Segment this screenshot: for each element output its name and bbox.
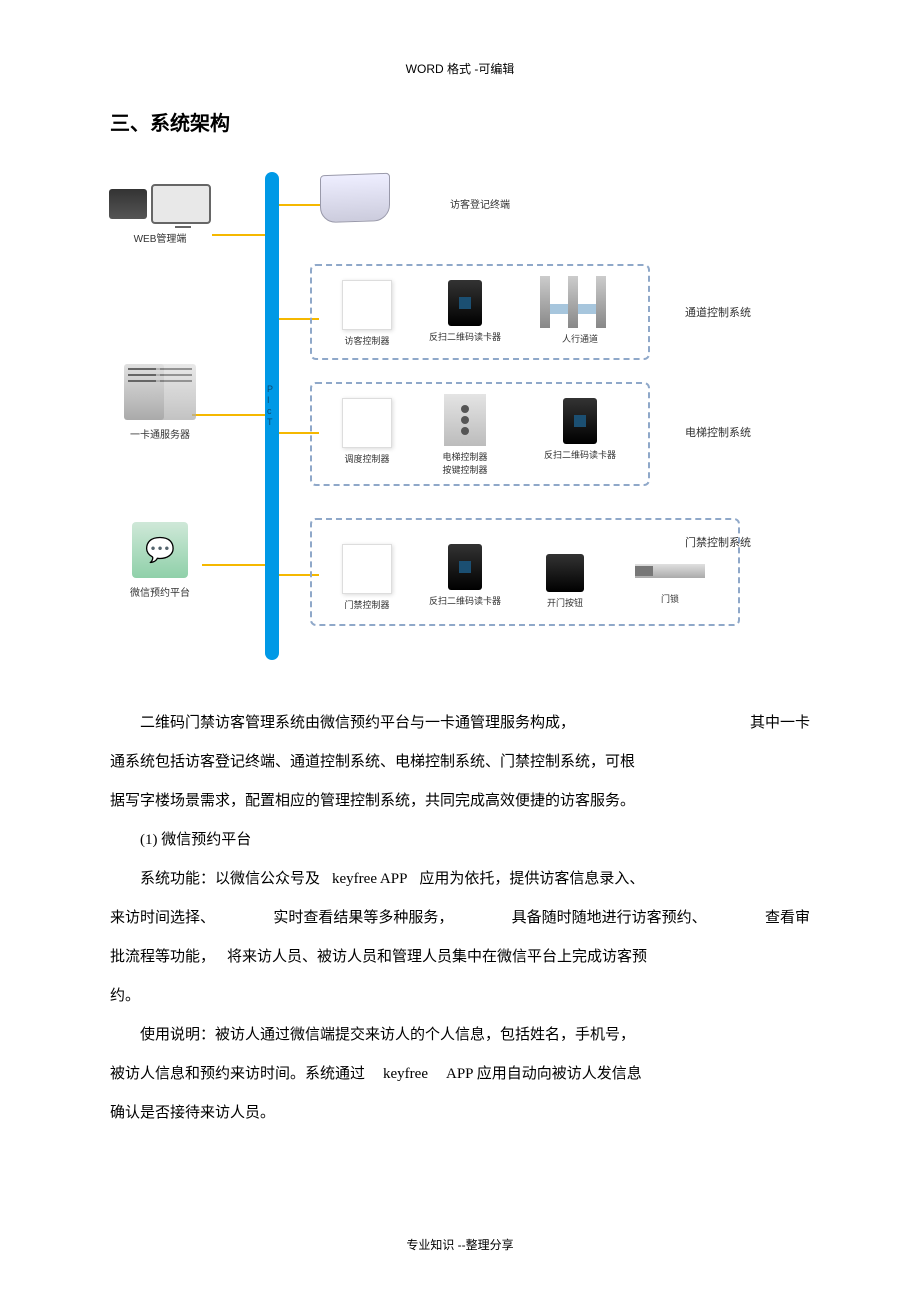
g1-dev3: 人行通道 [530,276,630,345]
g1-dev1-label: 访客控制器 [332,334,402,347]
card-server-label: 一卡通服务器 [100,426,220,441]
p4c: 应用为依托，提供访客信息录入、 [419,860,644,899]
web-mgmt-label: WEB管理端 [100,230,220,245]
para-2: 通系统包括访客登记终端、通道控制系统、电梯控制系统、门禁控制系统，可根 [110,743,810,782]
group-access-title: 门禁控制系统 [685,534,751,550]
open-button-icon [546,554,584,592]
pc-monitor-icon [151,184,211,224]
footer-watermark: 专业知识 --整理分享 [0,1236,920,1253]
backbone-label: P I c T [267,384,273,428]
controller-icon-3 [342,544,392,594]
visitor-terminal-label: 访客登记终端 [430,196,530,211]
p5d: 查看审 [765,899,810,938]
para-10: 确认是否接待来访人员。 [110,1094,810,1133]
group-passage-title: 通道控制系统 [685,304,751,320]
elevator-panel-icon [444,394,486,446]
g1-dev1: 访客控制器 [332,280,402,347]
p9a: 被访人信息和预约来访时间。系统通过 [110,1055,365,1094]
g3-dev1-label: 门禁控制器 [332,598,402,611]
para-8: 使用说明：被访人通过微信端提交来访人的个人信息，包括姓名，手机号， [110,1016,810,1055]
p9c: APP 应用自动向被访人发信息 [446,1055,642,1094]
group-elevator-title: 电梯控制系统 [685,424,751,440]
g2-dev3-label: 反扫二维码读卡器 [530,448,630,461]
g3-dev2-label: 反扫二维码读卡器 [420,594,510,607]
para-7: 约。 [110,977,810,1016]
cash-register-icon [109,189,147,219]
pos-terminal-icon [320,173,390,223]
server-icon-2 [156,364,196,420]
p9b: keyfree [383,1055,428,1094]
p4b: keyfree APP [332,860,407,899]
header-watermark: WORD 格式 -可编辑 [110,60,810,77]
lock-icon [635,564,705,578]
p5c: 具备随时随地进行访客预约、 [512,899,707,938]
p1a: 二维码门禁访客管理系统由微信预约平台与一卡通管理服务构成， [140,715,575,731]
g1-dev3-label: 人行通道 [530,332,630,345]
g3-dev3-label: 开门按钮 [530,596,600,609]
g3-dev2: 反扫二维码读卡器 [420,544,510,607]
web-mgmt-node: WEB管理端 [100,184,220,245]
p5b: 实时查看结果等多种服务， [273,899,453,938]
g3-dev4-label: 门锁 [620,592,720,605]
card-server-node: 一卡通服务器 [100,364,220,441]
para-4: 系统功能：以微信公众号及 keyfree APP 应用为依托，提供访客信息录入、 [110,860,810,899]
p5a: 来访时间选择、 [110,899,215,938]
g2-dev2: 电梯控制器 按键控制器 [420,394,510,476]
controller-icon [342,280,392,330]
g2-dev1-label: 调度控制器 [332,452,402,465]
p6a: 批流程等功能， [110,938,215,977]
wechat-node: 💬 微信预约平台 [100,522,220,599]
visitor-terminal-node [320,174,410,222]
section-heading: 三、系统架构 [110,107,810,136]
para-3: 据写字楼场景需求，配置相应的管理控制系统，共同完成高效便捷的访客服务。 [110,782,810,821]
p4a: 系统功能：以微信公众号及 [110,860,320,899]
g2-dev3: 反扫二维码读卡器 [530,398,630,461]
architecture-diagram: P I c T WEB管理端 一卡通服务器 💬 微信预约平台 访客登记终端 通道… [110,164,810,664]
g2-dev2b-label: 按键控制器 [420,463,510,476]
p6b: 将来访人员、被访人员和管理人员集中在微信平台上完成访客预 [227,938,647,977]
para-1: 二维码门禁访客管理系统由微信预约平台与一卡通管理服务构成， 其中一卡 [110,704,810,743]
body-text: 二维码门禁访客管理系统由微信预约平台与一卡通管理服务构成， 其中一卡 通系统包括… [110,704,810,1133]
g1-dev2-label: 反扫二维码读卡器 [420,330,510,343]
controller-icon-2 [342,398,392,448]
subheading-1: (1) 微信预约平台 [110,821,810,860]
g2-dev1: 调度控制器 [332,398,402,465]
wechat-label: 微信预约平台 [100,584,220,599]
reader-icon [448,280,482,326]
turnstile-icon [540,276,620,328]
g1-dev2: 反扫二维码读卡器 [420,280,510,343]
para-6: 批流程等功能， 将来访人员、被访人员和管理人员集中在微信平台上完成访客预 [110,938,810,977]
g3-dev3: 开门按钮 [530,554,600,609]
g3-dev1: 门禁控制器 [332,544,402,611]
para-5: 来访时间选择、 实时查看结果等多种服务， 具备随时随地进行访客预约、 查看审 [110,899,810,938]
para-9: 被访人信息和预约来访时间。系统通过 keyfree APP 应用自动向被访人发信… [110,1055,810,1094]
reader-icon-3 [448,544,482,590]
p1b: 其中一卡 [750,704,810,743]
reader-icon-2 [563,398,597,444]
g2-dev2a-label: 电梯控制器 [420,450,510,463]
g3-dev4: 门锁 [620,564,720,605]
wechat-icon: 💬 [132,522,188,578]
